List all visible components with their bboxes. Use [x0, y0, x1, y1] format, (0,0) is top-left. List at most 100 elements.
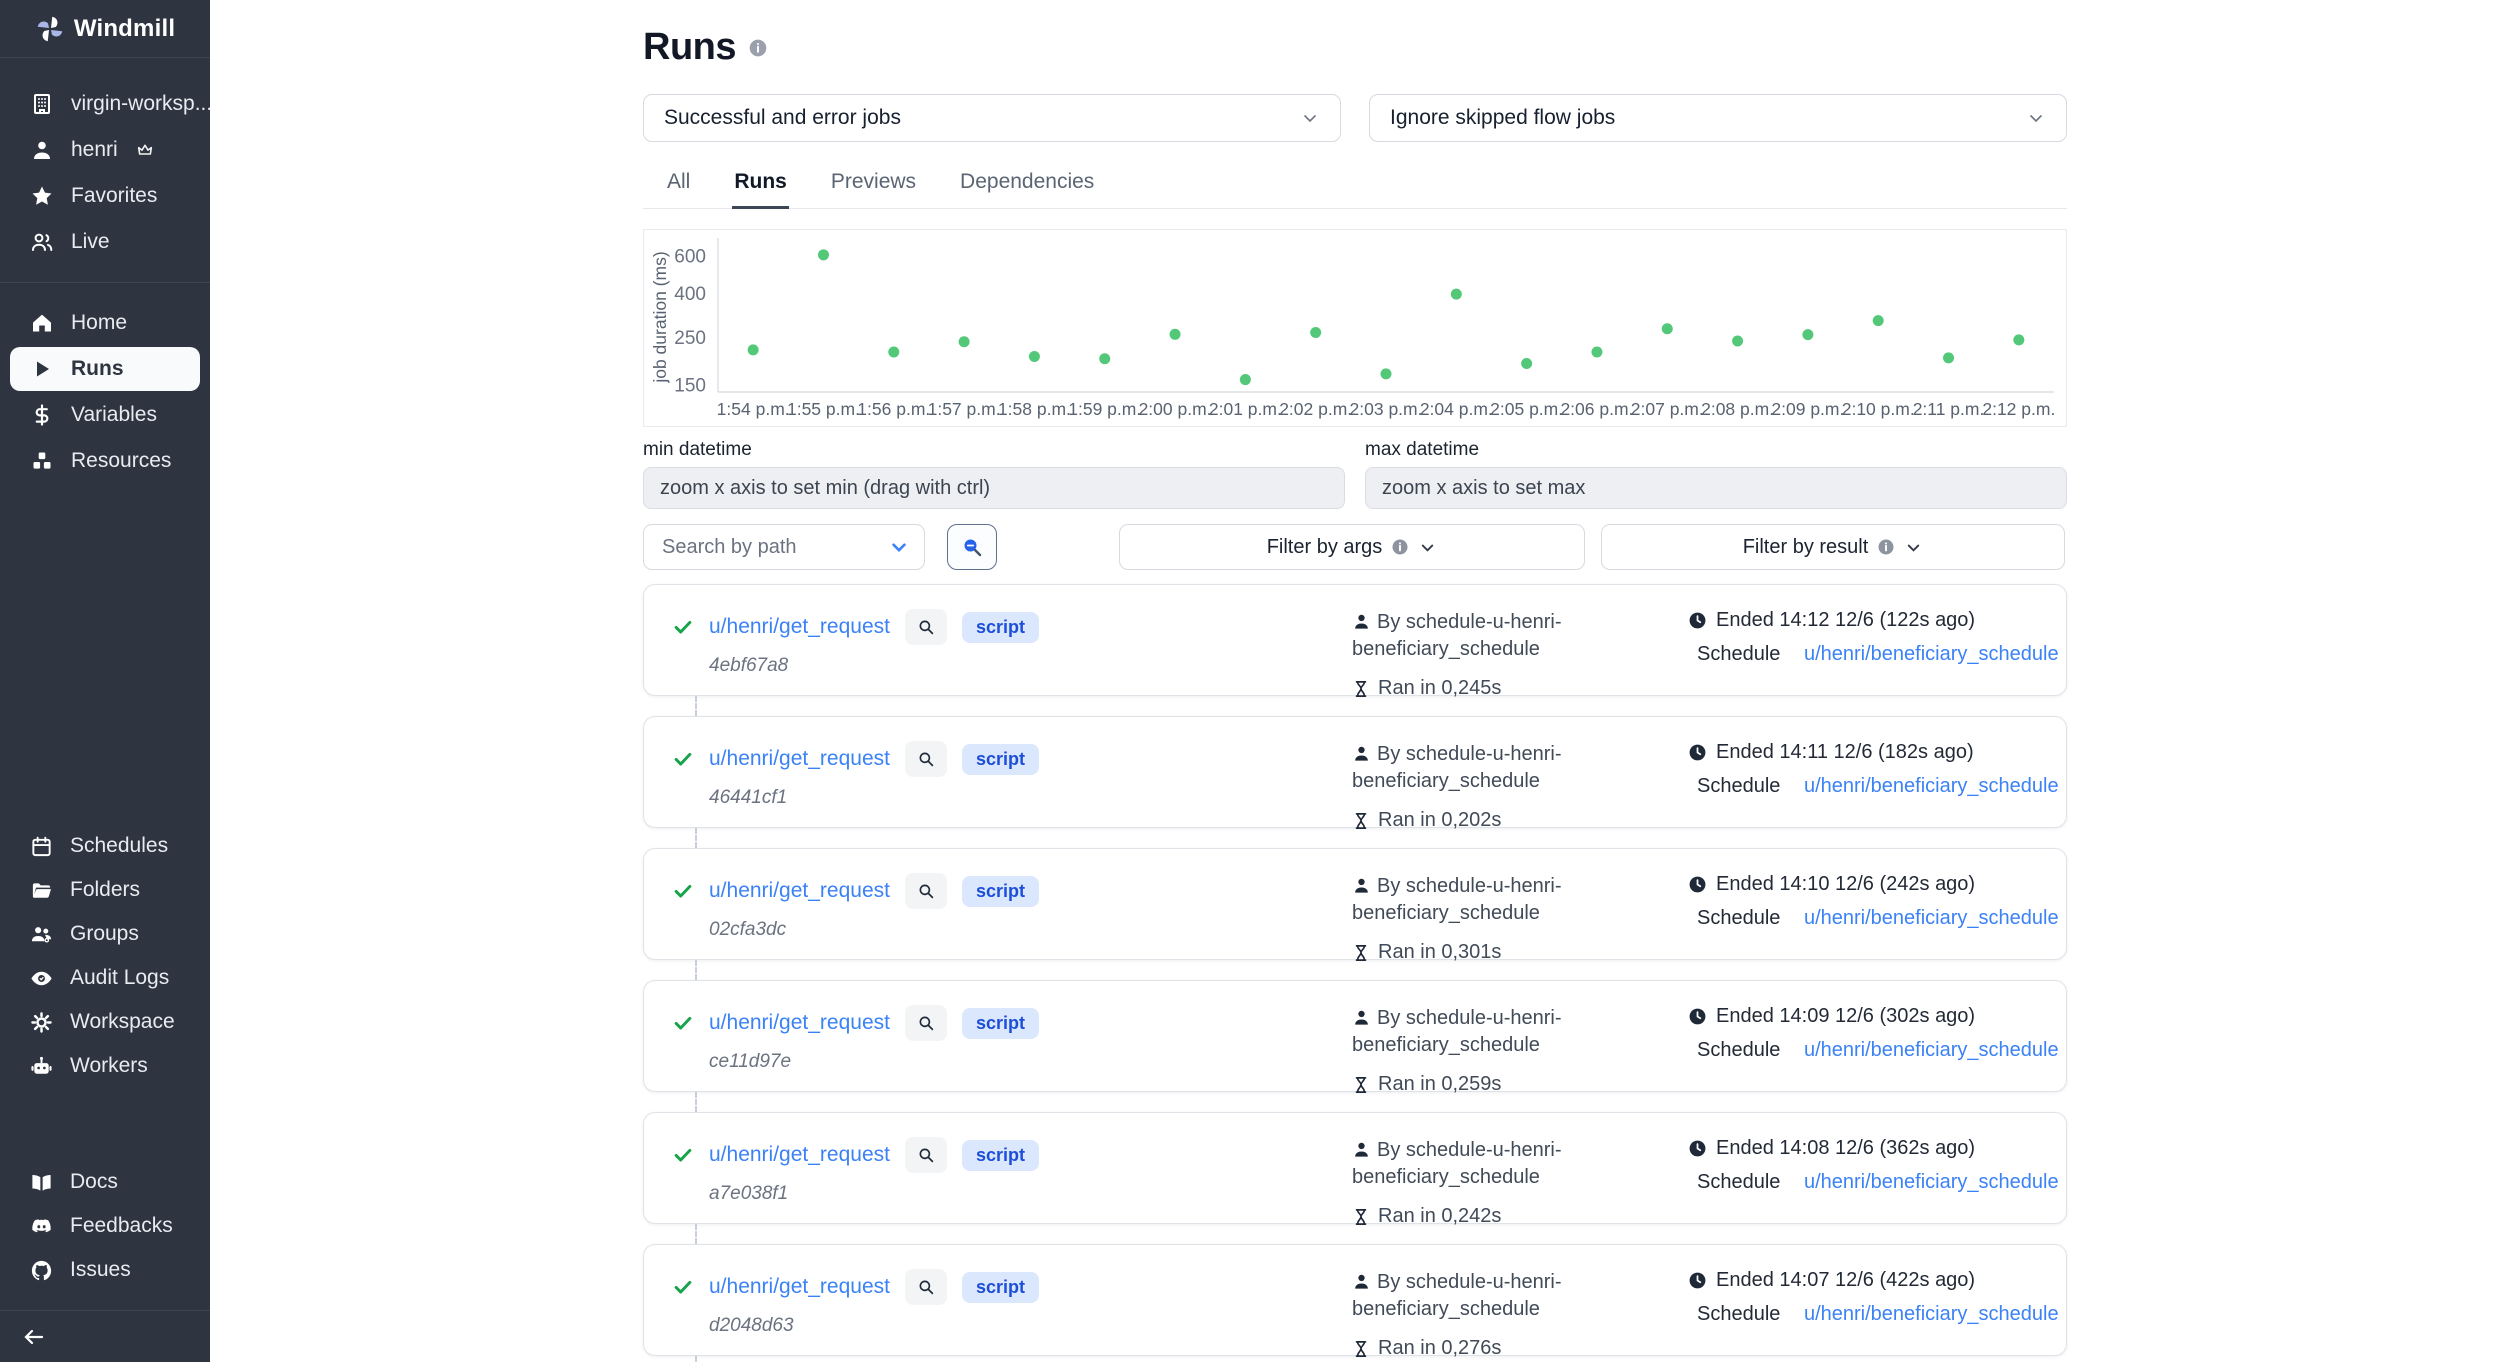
search-button[interactable] — [947, 524, 997, 570]
svg-text:1:57 p.m.: 1:57 p.m. — [928, 399, 1001, 419]
sidebar-item-label: Issues — [70, 1258, 131, 1282]
inspect-run-button[interactable] — [905, 1269, 947, 1305]
sidebar-item-resources[interactable]: Resources — [10, 439, 200, 483]
sidebar-item-groups[interactable]: Groups — [10, 913, 200, 955]
run-connector — [695, 1356, 697, 1362]
run-path-link[interactable]: u/henri/get_request — [709, 1275, 890, 1299]
min-datetime-input[interactable] — [643, 467, 1345, 509]
clock-icon — [1688, 743, 1707, 762]
run-path-link[interactable]: u/henri/get_request — [709, 879, 890, 903]
tab-all[interactable]: All — [665, 164, 692, 208]
job-kind-select[interactable]: Successful and error jobs — [643, 94, 1341, 142]
clock-icon — [1688, 1007, 1707, 1026]
job-duration-chart[interactable]: job duration (ms)6004002501501:54 p.m.1:… — [643, 229, 2067, 427]
sidebar-item-home[interactable]: Home — [10, 301, 200, 345]
run-path-link[interactable]: u/henri/get_request — [709, 1011, 890, 1035]
run-ended-at: Ended 14:11 12/6 (182s ago) — [1688, 741, 2038, 764]
runs-list: u/henri/get_request script 4ebf67a8 By s… — [643, 584, 2067, 1362]
run-row[interactable]: u/henri/get_request script 02cfa3dc By s… — [643, 848, 2067, 960]
sidebar-item-live[interactable]: Live — [10, 220, 200, 264]
sidebar-item-folders[interactable]: Folders — [10, 869, 200, 911]
user-icon — [1352, 1140, 1371, 1159]
magnifier-icon — [917, 882, 935, 900]
sidebar-item-label: Docs — [70, 1170, 118, 1194]
sidebar-item-workspace-settings[interactable]: Workspace — [10, 1001, 200, 1043]
sidebar-item-issues[interactable]: Issues — [10, 1249, 200, 1291]
job-kind-badge: script — [962, 1140, 1039, 1171]
run-row[interactable]: u/henri/get_request script 4ebf67a8 By s… — [643, 584, 2067, 696]
info-icon[interactable] — [748, 38, 768, 58]
chevron-down-icon — [1904, 538, 1923, 557]
run-row[interactable]: u/henri/get_request script ce11d97e By s… — [643, 980, 2067, 1092]
run-path-link[interactable]: u/henri/get_request — [709, 747, 890, 771]
windmill-logo-icon — [35, 14, 65, 44]
svg-text:2:03 p.m.: 2:03 p.m. — [1350, 399, 1423, 419]
filter-by-result-button[interactable]: Filter by result — [1601, 524, 2065, 570]
clock-icon — [1688, 1139, 1707, 1158]
filter-by-args-button[interactable]: Filter by args — [1119, 524, 1585, 570]
schedule-link[interactable]: u/henri/beneficiary_schedule — [1804, 643, 2059, 666]
run-connector — [695, 960, 697, 980]
schedule-link[interactable]: u/henri/beneficiary_schedule — [1804, 1303, 2059, 1326]
run-id: ce11d97e — [709, 1051, 1352, 1073]
sidebar-item-label: Workspace — [70, 1010, 175, 1034]
user-icon — [1352, 1272, 1371, 1291]
run-triggered-by: By schedule-u-henri-beneficiary_schedule — [1352, 741, 1642, 795]
max-datetime-label: max datetime — [1365, 439, 2067, 461]
svg-text:150: 150 — [674, 376, 706, 397]
success-check-icon — [672, 1144, 694, 1166]
sidebar-item-user[interactable]: henri — [10, 128, 200, 172]
schedule-link[interactable]: u/henri/beneficiary_schedule — [1804, 1039, 2059, 1062]
arrow-left-icon — [22, 1325, 46, 1349]
run-duration: Ran in 0,301s — [1352, 941, 1688, 964]
run-row[interactable]: u/henri/get_request script a7e038f1 By s… — [643, 1112, 2067, 1224]
sidebar-item-runs[interactable]: Runs — [10, 347, 200, 391]
inspect-run-button[interactable] — [905, 873, 947, 909]
info-icon — [1877, 538, 1895, 556]
search-by-path-select[interactable]: Search by path — [643, 524, 925, 570]
run-path-link[interactable]: u/henri/get_request — [709, 1143, 890, 1167]
inspect-run-button[interactable] — [905, 1005, 947, 1041]
sidebar-item-workers[interactable]: Workers — [10, 1045, 200, 1087]
sidebar-item-label: Groups — [70, 922, 139, 946]
user-icon — [1352, 612, 1371, 631]
inspect-run-button[interactable] — [905, 1137, 947, 1173]
run-schedule: Schedule u/henri/beneficiary_schedule — [1688, 1171, 2038, 1194]
main-content: Runs Successful and error jobs Ignore sk… — [210, 0, 2500, 1362]
schedule-link[interactable]: u/henri/beneficiary_schedule — [1804, 907, 2059, 930]
magnifier-icon — [917, 750, 935, 768]
app-logo[interactable]: Windmill — [0, 0, 210, 58]
min-datetime-group: min datetime — [643, 439, 1345, 509]
skipped-flow-select[interactable]: Ignore skipped flow jobs — [1369, 94, 2067, 142]
clock-icon — [1688, 1271, 1707, 1290]
sidebar-collapse-button[interactable] — [0, 1310, 210, 1362]
run-connector — [695, 696, 697, 716]
sidebar-item-favorites[interactable]: Favorites — [10, 174, 200, 218]
info-icon — [1391, 538, 1409, 556]
tab-runs[interactable]: Runs — [732, 164, 789, 208]
schedule-link[interactable]: u/henri/beneficiary_schedule — [1804, 775, 2059, 798]
schedule-link[interactable]: u/henri/beneficiary_schedule — [1804, 1171, 2059, 1194]
magnifier-icon — [917, 1014, 935, 1032]
run-row[interactable]: u/henri/get_request script d2048d63 By s… — [643, 1244, 2067, 1356]
sidebar-item-variables[interactable]: Variables — [10, 393, 200, 437]
svg-text:2:11 p.m.: 2:11 p.m. — [1913, 399, 1985, 419]
max-datetime-input[interactable] — [1365, 467, 2067, 509]
sidebar-item-docs[interactable]: Docs — [10, 1161, 200, 1203]
run-row[interactable]: u/henri/get_request script 46441cf1 By s… — [643, 716, 2067, 828]
sidebar-item-feedbacks[interactable]: Feedbacks — [10, 1205, 200, 1247]
run-duration: Ran in 0,242s — [1352, 1205, 1688, 1228]
tab-previews[interactable]: Previews — [829, 164, 918, 208]
tab-dependencies[interactable]: Dependencies — [958, 164, 1096, 208]
sidebar-item-label: Schedules — [70, 834, 168, 858]
success-check-icon — [672, 1276, 694, 1298]
inspect-run-button[interactable] — [905, 741, 947, 777]
success-check-icon — [672, 1012, 694, 1034]
sidebar-item-workspace[interactable]: virgin-worksp... — [10, 82, 200, 126]
run-id: a7e038f1 — [709, 1183, 1352, 1205]
sidebar-item-audit-logs[interactable]: Audit Logs — [10, 957, 200, 999]
run-path-link[interactable]: u/henri/get_request — [709, 615, 890, 639]
inspect-run-button[interactable] — [905, 609, 947, 645]
sidebar-item-schedules[interactable]: Schedules — [10, 825, 200, 867]
filter-by-args-label: Filter by args — [1267, 536, 1383, 559]
